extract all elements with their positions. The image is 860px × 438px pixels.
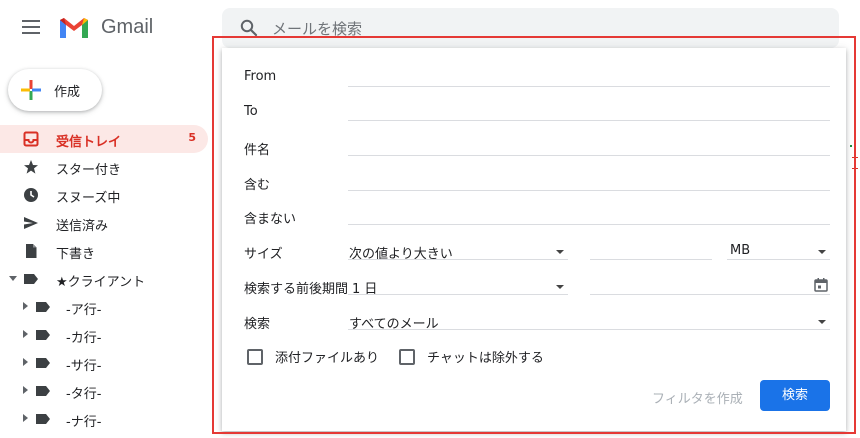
sidebar-item-label: スター付き [56, 163, 122, 178]
caret-right-icon[interactable] [21, 330, 29, 338]
star-icon [24, 160, 38, 174]
sidebar-item-label: -ナ行- [66, 415, 102, 430]
caret-right-icon[interactable] [21, 358, 29, 366]
sidebar-item-label-ka[interactable]: -カ行- [0, 321, 210, 349]
main-menu-icon[interactable] [22, 20, 40, 34]
sidebar-item-snoozed[interactable]: スヌーズ中 [0, 181, 210, 209]
sidebar-item-label: -タ行- [66, 387, 102, 402]
sidebar-item-label: 送信済み [56, 219, 109, 234]
sidebar-item-label: 受信トレイ [56, 135, 122, 150]
search-icon[interactable] [240, 19, 258, 37]
sidebar-item-label: スヌーズ中 [56, 191, 121, 206]
sidebar-item-label-client[interactable]: ★クライアント [0, 265, 210, 293]
label-icon [36, 414, 50, 424]
sidebar-item-inbox[interactable]: 受信トレイ 5 [0, 125, 208, 153]
app-name: Gmail [101, 16, 154, 38]
sidebar-item-sent[interactable]: 送信済み [0, 209, 210, 237]
sidebar-item-label-ta[interactable]: -タ行- [0, 377, 210, 405]
label-icon [36, 330, 50, 340]
sidebar-item-label-a[interactable]: -ア行- [0, 293, 210, 321]
unread-count-badge: 5 [188, 131, 196, 144]
compose-button[interactable]: 作成 [8, 69, 102, 111]
draft-icon [26, 244, 37, 258]
sidebar-item-label-sa[interactable]: -サ行- [0, 349, 210, 377]
sidebar-item-label: -サ行- [66, 359, 102, 374]
sidebar-item-label: ★クライアント [56, 275, 146, 290]
send-icon [24, 217, 38, 229]
plus-icon [21, 80, 41, 100]
caret-right-icon[interactable] [21, 414, 29, 422]
highlight-frame [212, 36, 856, 434]
caret-down-icon[interactable] [9, 274, 17, 282]
sidebar-item-drafts[interactable]: 下書き [0, 237, 210, 265]
sidebar-item-label: -ア行- [66, 303, 102, 318]
caret-right-icon[interactable] [21, 302, 29, 310]
label-icon [36, 358, 50, 368]
gmail-logo-icon[interactable] [57, 14, 91, 40]
compose-label: 作成 [54, 85, 81, 100]
sidebar-item-starred[interactable]: スター付き [0, 153, 210, 181]
clock-icon [24, 188, 38, 202]
label-icon [24, 274, 38, 284]
sidebar-item-label: -カ行- [66, 331, 102, 346]
label-icon [36, 386, 50, 396]
inbox-icon [23, 131, 39, 147]
caret-right-icon[interactable] [21, 386, 29, 394]
sidebar-item-label: 下書き [56, 247, 96, 262]
sidebar-nav: 受信トレイ 5 スター付き スヌーズ中 送信済み 下書き ★クライアント -ア行… [0, 125, 210, 433]
sidebar-item-label-na[interactable]: -ナ行- [0, 405, 210, 433]
label-icon [36, 302, 50, 312]
